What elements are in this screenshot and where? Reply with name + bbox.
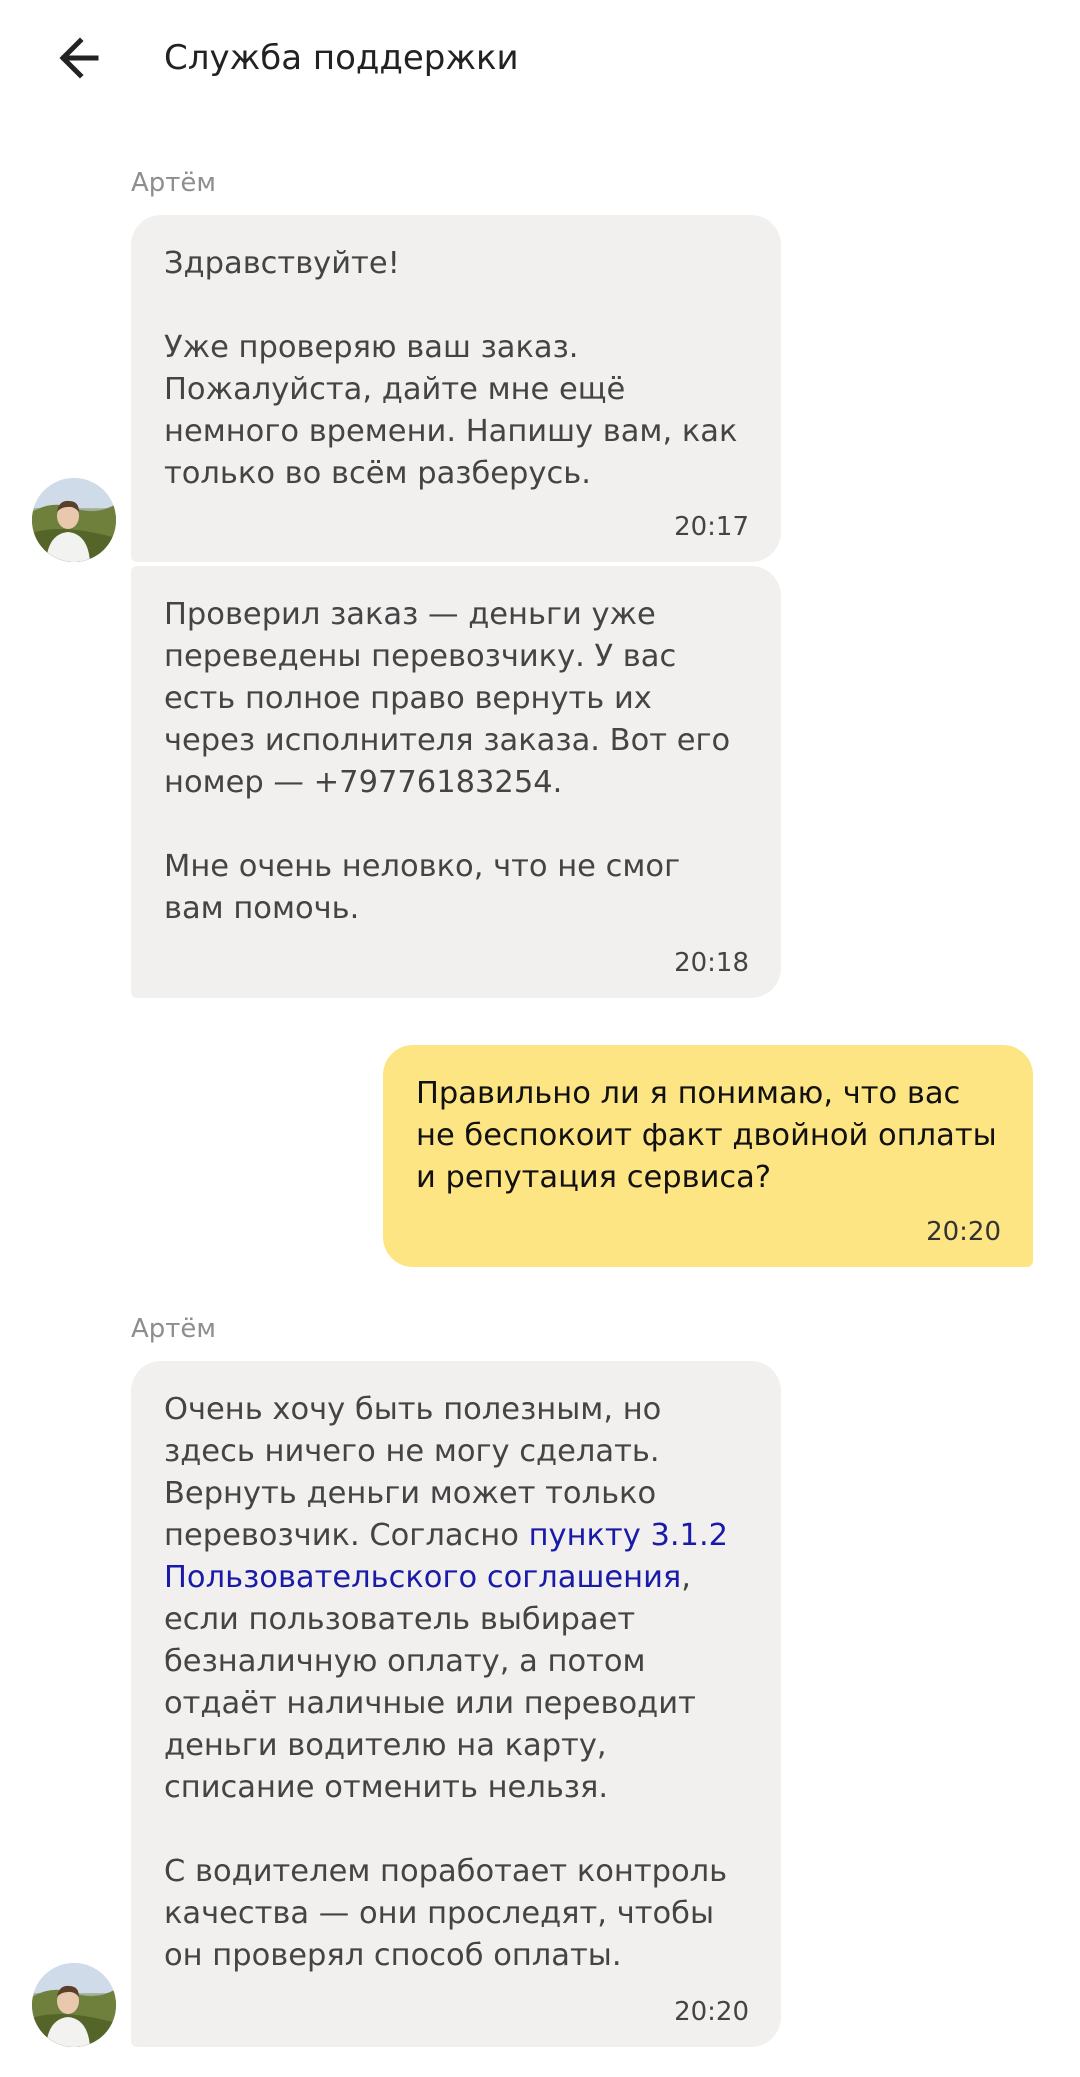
- message-time: 20:20: [926, 1217, 1001, 1247]
- message-text: Здравствуйте! Уже проверяю ваш заказ. По…: [164, 246, 738, 491]
- page-title: Служба поддержки: [164, 38, 519, 78]
- incoming-message: Здравствуйте! Уже проверяю ваш заказ. По…: [131, 215, 781, 562]
- outgoing-message: Правильно ли я понимаю, что вас не беспо…: [383, 1045, 1033, 1267]
- message-text: Правильно ли я понимаю, что вас не беспо…: [416, 1076, 1007, 1195]
- message-time: 20:17: [674, 512, 749, 542]
- message-text: Проверил заказ — деньги уже переведены п…: [164, 597, 731, 926]
- arrow-left-icon: [59, 37, 99, 79]
- message-time: 20:18: [674, 948, 749, 978]
- message-text-part: , если пользователь выбирает безналичную…: [164, 1560, 728, 1973]
- app-header: Служба поддержки: [0, 0, 1080, 120]
- incoming-message: Очень хочу быть полезным, но здесь ничег…: [131, 1361, 781, 2047]
- agent-avatar[interactable]: [32, 478, 116, 562]
- avatar-image: [32, 1963, 116, 2047]
- sender-name: Артём: [131, 1314, 217, 1344]
- agent-avatar[interactable]: [32, 1963, 116, 2047]
- incoming-message: Проверил заказ — деньги уже переведены п…: [131, 566, 781, 998]
- message-text: Очень хочу быть полезным, но здесь ничег…: [164, 1389, 749, 1977]
- message-time: 20:20: [674, 1997, 749, 2027]
- back-button[interactable]: [52, 28, 112, 88]
- avatar-image: [32, 478, 116, 562]
- sender-name: Артём: [131, 168, 217, 198]
